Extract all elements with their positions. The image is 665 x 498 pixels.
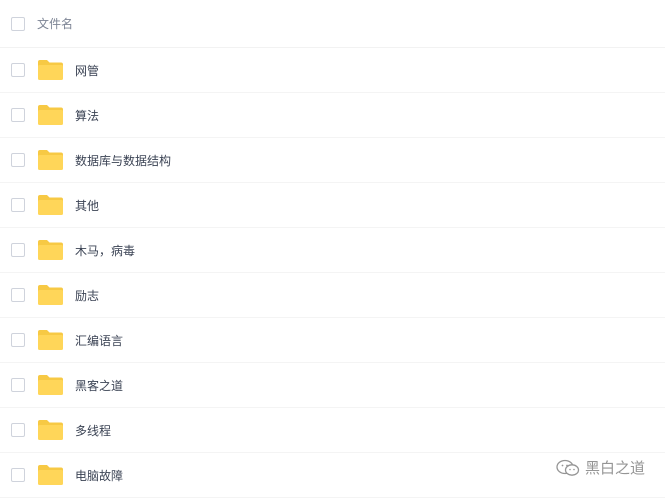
watermark: 黑白之道 (555, 457, 645, 478)
file-row[interactable]: 汇编语言 (0, 318, 665, 363)
row-checkbox[interactable] (11, 108, 25, 122)
row-checkbox[interactable] (11, 333, 25, 347)
wechat-icon (556, 459, 580, 476)
list-header: 文件名 (0, 0, 665, 48)
file-row[interactable]: 其他 (0, 183, 665, 228)
file-row[interactable]: 数据库与数据结构 (0, 138, 665, 183)
row-checkbox[interactable] (11, 378, 25, 392)
folder-icon (38, 240, 63, 260)
folder-icon (38, 420, 63, 440)
folder-icon (38, 195, 63, 215)
folder-icon (38, 375, 63, 395)
file-name[interactable]: 网管 (75, 62, 99, 79)
row-checkbox[interactable] (11, 423, 25, 437)
select-all-checkbox[interactable] (11, 16, 25, 31)
row-checkbox[interactable] (11, 198, 25, 212)
row-checkbox[interactable] (11, 63, 25, 77)
row-checkbox[interactable] (11, 468, 25, 482)
folder-icon (38, 285, 63, 305)
file-name[interactable]: 其他 (75, 197, 99, 214)
file-name[interactable]: 算法 (75, 107, 99, 124)
folder-icon (38, 465, 63, 485)
file-row[interactable]: 励志 (0, 273, 665, 318)
file-name[interactable]: 励志 (75, 287, 99, 304)
watermark-text: 黑白之道 (584, 459, 645, 477)
file-name[interactable]: 电脑故障 (75, 467, 123, 484)
file-name[interactable]: 木马，病毒 (75, 242, 135, 259)
folder-icon (38, 105, 63, 125)
column-header-filename[interactable]: 文件名 (37, 15, 73, 32)
file-name[interactable]: 黑客之道 (75, 377, 123, 394)
row-checkbox[interactable] (11, 153, 25, 167)
row-checkbox[interactable] (11, 288, 25, 302)
folder-icon (38, 330, 63, 350)
file-name[interactable]: 数据库与数据结构 (75, 152, 171, 169)
row-checkbox[interactable] (11, 243, 25, 257)
file-row[interactable]: 算法 (0, 93, 665, 138)
file-row[interactable]: 网管 (0, 48, 665, 93)
file-row[interactable]: 多线程 (0, 408, 665, 453)
file-name[interactable]: 汇编语言 (75, 332, 123, 349)
folder-icon (38, 150, 63, 170)
file-list: 文件名 网管算法数据库与数据结构 其他木马，病毒励志汇编语言黑客之道多线程电脑故障 (0, 0, 665, 498)
folder-icon (38, 60, 63, 80)
file-row[interactable]: 黑客之道 (0, 363, 665, 408)
file-rows: 网管算法数据库与数据结构 其他木马，病毒励志汇编语言黑客之道多线程电脑故障 (0, 48, 665, 498)
file-row[interactable]: 木马，病毒 (0, 228, 665, 273)
file-name[interactable]: 多线程 (75, 422, 111, 439)
